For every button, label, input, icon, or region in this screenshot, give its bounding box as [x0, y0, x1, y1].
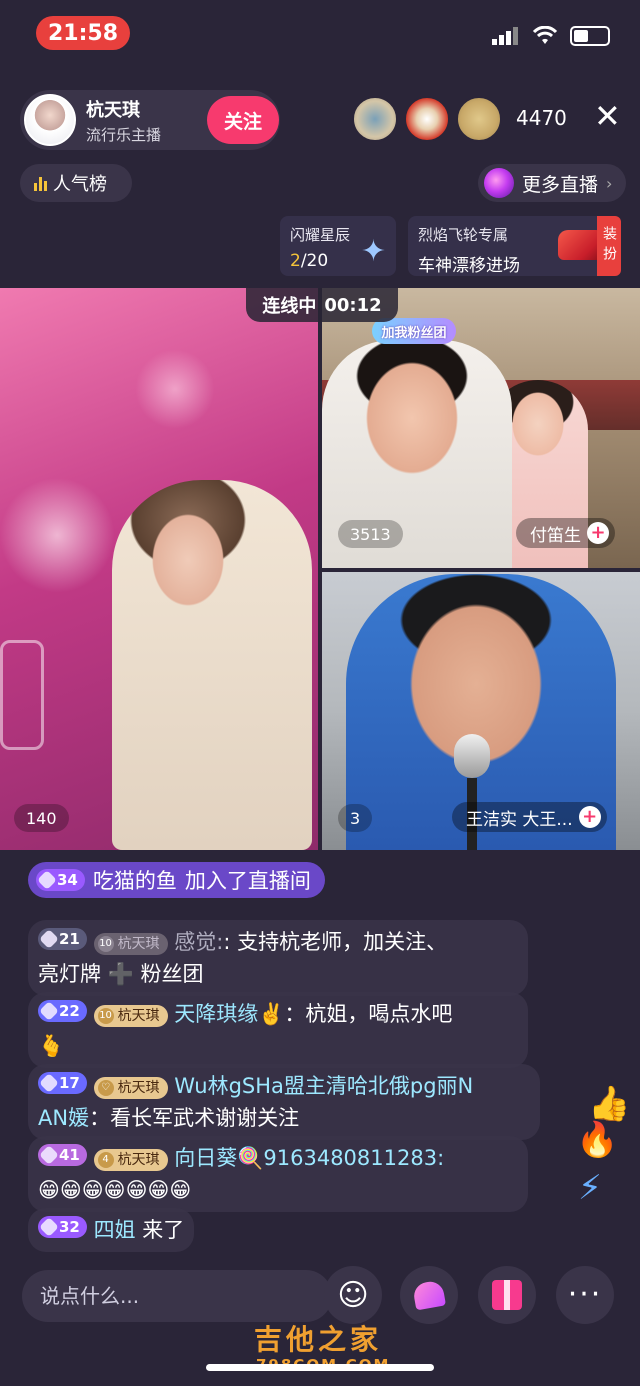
- smiley-icon: ☺: [337, 1277, 369, 1313]
- fire-icon[interactable]: 🔥: [576, 1120, 618, 1160]
- chat-text-continued: 亮灯牌 ➕ 粉丝团: [38, 962, 204, 986]
- chat-message: 41 4 杭天琪 向日葵🍭9163480811283: 😁😁😁😁😁😁😁: [28, 1136, 528, 1212]
- gift-icon: [492, 1280, 522, 1310]
- car-activity-card[interactable]: 烈焰飞轮专属 车神漂移进场: [408, 216, 620, 276]
- home-indicator[interactable]: [206, 1364, 434, 1371]
- link-timer: 00:12: [324, 294, 382, 316]
- wifi-icon: [532, 26, 558, 44]
- guest-2-count: 3: [338, 804, 373, 832]
- chat-text: ：杭姐，喝点水吧: [284, 1002, 453, 1026]
- chat-username-continued[interactable]: AN媛: [38, 1106, 89, 1130]
- chevron-right-icon: ›: [606, 173, 613, 193]
- link-status: 连线中 00:12: [246, 288, 398, 322]
- chat-username[interactable]: 向日葵🍭9163480811283:: [174, 1146, 444, 1170]
- host-avatar[interactable]: [24, 94, 76, 146]
- thumbs-up-icon[interactable]: 👍: [588, 1084, 630, 1124]
- dress-up-tag[interactable]: 装扮: [597, 216, 621, 276]
- emoji-button[interactable]: ☺: [324, 1266, 382, 1324]
- popularity-rank-button[interactable]: 人气榜: [20, 164, 132, 202]
- chat-emoji: 😁😁😁😁😁😁😁: [38, 1178, 192, 1202]
- more-dots-icon: ···: [567, 1277, 603, 1312]
- host-video-count: 140: [14, 804, 69, 832]
- chat-username[interactable]: 感觉:: [174, 930, 223, 954]
- user-level-badge: 21: [38, 928, 87, 950]
- status-icons: [492, 26, 610, 46]
- user-level-badge: 17: [38, 1072, 87, 1094]
- heart-icon: [411, 1279, 447, 1311]
- mic-stand-decoration: [0, 640, 44, 750]
- host-subtitle: 流行乐主播: [86, 125, 162, 144]
- gift-button[interactable]: [478, 1266, 536, 1324]
- user-level-badge: 22: [38, 1000, 87, 1022]
- fan-club-badge: 4 杭天琪: [93, 1149, 168, 1171]
- rank-label: 人气榜: [53, 174, 107, 195]
- sparkle-star-icon: ✦: [360, 234, 386, 269]
- add-icon[interactable]: +: [578, 806, 601, 828]
- link-label: 连线中: [262, 296, 317, 317]
- user-level-badge: 32: [38, 1216, 87, 1238]
- fan-club-badge: ♡ 杭天琪: [93, 1077, 168, 1099]
- fan-club-badge: 10 杭天琪: [93, 1005, 168, 1027]
- viewer-count[interactable]: 4470: [516, 106, 567, 130]
- microphone-icon: [454, 734, 490, 850]
- host-name: 杭天琪: [86, 99, 140, 121]
- viewer-avatar[interactable]: [456, 96, 502, 142]
- watermark-text: 吉他之家: [254, 1323, 383, 1356]
- chat-username[interactable]: 四姐: [94, 1218, 136, 1242]
- follow-button[interactable]: 关注: [207, 96, 279, 144]
- join-text: 加入了直播间: [184, 869, 311, 893]
- top-viewers[interactable]: [352, 96, 502, 142]
- chat-text: 来了: [142, 1218, 185, 1242]
- guest-1-name: 付笛生: [530, 525, 581, 546]
- status-time: 21:58: [36, 16, 130, 50]
- join-user[interactable]: 吃猫的鱼: [93, 865, 177, 895]
- chat-emoji: 🫰: [38, 1034, 65, 1058]
- guest-1-name-tag[interactable]: 付笛生 +: [516, 518, 615, 548]
- chat-message: 22 10 杭天琪 天降琪缘✌️：杭姐，喝点水吧 🫰: [28, 992, 528, 1068]
- join-notice: 34 吃猫的鱼 加入了直播间: [28, 862, 325, 898]
- chat-username[interactable]: Wu林gSHa盟主清哈北俄pg丽N: [174, 1074, 473, 1098]
- guest-2-name-tag[interactable]: 王洁实 大王... +: [452, 802, 607, 832]
- chat-text: : 支持杭老师，加关注、: [223, 930, 448, 954]
- guest-1-count: 3513: [338, 520, 403, 548]
- chat-message: 21 10 杭天琪 感觉:: 支持杭老师，加关注、 亮灯牌 ➕ 粉丝团: [28, 920, 528, 996]
- viewer-avatar[interactable]: [404, 96, 450, 142]
- user-level-badge: 34: [36, 869, 85, 891]
- close-icon[interactable]: ✕: [594, 100, 621, 132]
- guest-2-name: 王洁实 大王...: [466, 809, 573, 830]
- viewer-avatar[interactable]: [352, 96, 398, 142]
- more-live-label: 更多直播: [522, 173, 599, 196]
- like-button[interactable]: [400, 1266, 458, 1324]
- chat-username[interactable]: 天降琪缘✌️: [174, 1002, 284, 1026]
- chat-text: ：看长军武术谢谢关注: [89, 1106, 300, 1130]
- user-level-badge: 41: [38, 1144, 87, 1166]
- fan-club-badge: 10 杭天琪: [93, 933, 168, 955]
- signal-icon: [492, 27, 518, 45]
- chat-message: 32 四姐 来了: [28, 1208, 195, 1252]
- host-video-person: [112, 480, 312, 850]
- add-icon[interactable]: +: [587, 522, 609, 544]
- star-activity-card[interactable]: 闪耀星辰 2/20 ✦: [280, 216, 396, 276]
- chat-message: 17 ♡ 杭天琪 Wu林gSHa盟主清哈北俄pg丽N AN媛：看长军武术谢谢关注: [28, 1064, 540, 1140]
- more-options-button[interactable]: ···: [556, 1266, 614, 1324]
- chat-input[interactable]: [22, 1270, 332, 1322]
- orb-icon: [484, 168, 514, 198]
- rank-bars-icon: [34, 175, 47, 191]
- lightning-icon[interactable]: ⚡: [578, 1168, 602, 1208]
- more-live-button[interactable]: 更多直播 ›: [478, 164, 626, 202]
- battery-icon: [570, 26, 610, 46]
